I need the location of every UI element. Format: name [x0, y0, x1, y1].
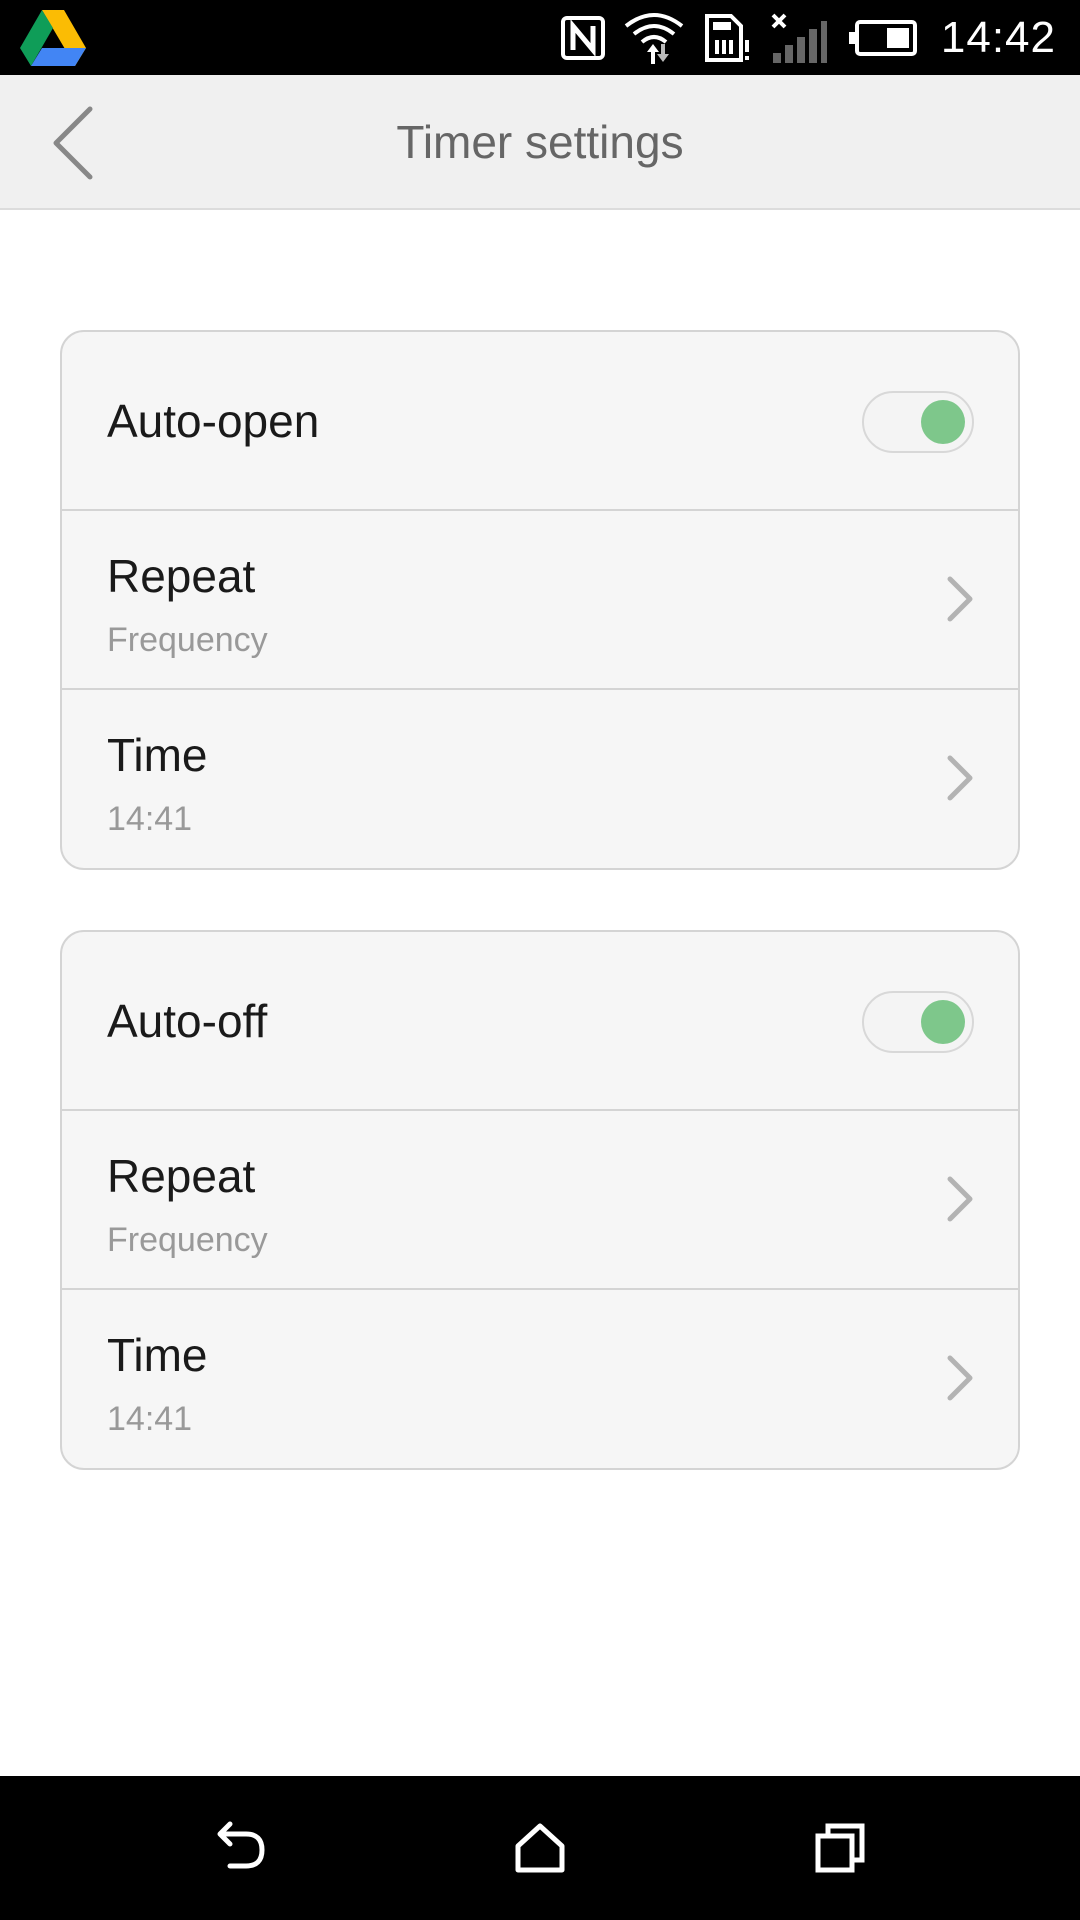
chevron-right-icon	[947, 1355, 973, 1401]
auto-open-time-row[interactable]: Time 14:41	[62, 690, 1018, 868]
auto-off-label: Auto-off	[107, 995, 268, 1047]
toggle-knob	[921, 400, 965, 444]
sim-icon	[703, 12, 751, 64]
recent-apps-icon	[815, 1823, 865, 1873]
time-label: Time	[107, 1329, 208, 1381]
wifi-icon	[623, 10, 685, 66]
chevron-right-icon	[947, 576, 973, 622]
status-icons: 14:42	[543, 0, 1080, 75]
time-value: 14:41	[107, 1400, 193, 1438]
battery-icon	[847, 19, 917, 56]
navigation-bar	[0, 1776, 1080, 1920]
nav-home-button[interactable]	[500, 1808, 580, 1888]
repeat-value: Frequency	[107, 621, 268, 659]
status-bar: 14:42	[0, 0, 1080, 75]
home-icon	[515, 1823, 565, 1873]
auto-off-toggle[interactable]	[862, 991, 974, 1053]
auto-off-row: Auto-off	[62, 932, 1018, 1111]
auto-open-row: Auto-open	[62, 332, 1018, 511]
repeat-label: Repeat	[107, 550, 256, 602]
toggle-knob	[921, 1000, 965, 1044]
signal-icon	[769, 11, 829, 65]
nav-recent-apps-button[interactable]	[800, 1808, 880, 1888]
time-label: Time	[107, 729, 208, 781]
repeat-label: Repeat	[107, 1150, 256, 1202]
time-value: 14:41	[107, 800, 193, 838]
nav-back-button[interactable]	[200, 1808, 280, 1888]
nfc-icon	[560, 15, 605, 60]
auto-open-card: Auto-open Repeat Frequency Time 14:41	[60, 330, 1020, 870]
back-icon	[217, 1821, 265, 1869]
auto-off-repeat-row[interactable]: Repeat Frequency	[62, 1111, 1018, 1290]
repeat-value: Frequency	[107, 1221, 268, 1259]
status-time: 14:42	[940, 12, 1056, 62]
chevron-right-icon	[947, 1176, 973, 1222]
auto-open-toggle[interactable]	[862, 391, 974, 453]
google-drive-icon	[20, 10, 86, 66]
auto-off-time-row[interactable]: Time 14:41	[62, 1290, 1018, 1468]
title-bar: Timer settings	[0, 75, 1080, 210]
page-title: Timer settings	[396, 116, 684, 168]
auto-open-label: Auto-open	[107, 395, 320, 447]
auto-open-repeat-row[interactable]: Repeat Frequency	[62, 511, 1018, 690]
chevron-right-icon	[947, 755, 973, 801]
auto-off-card: Auto-off Repeat Frequency Time 14:41	[60, 930, 1020, 1470]
